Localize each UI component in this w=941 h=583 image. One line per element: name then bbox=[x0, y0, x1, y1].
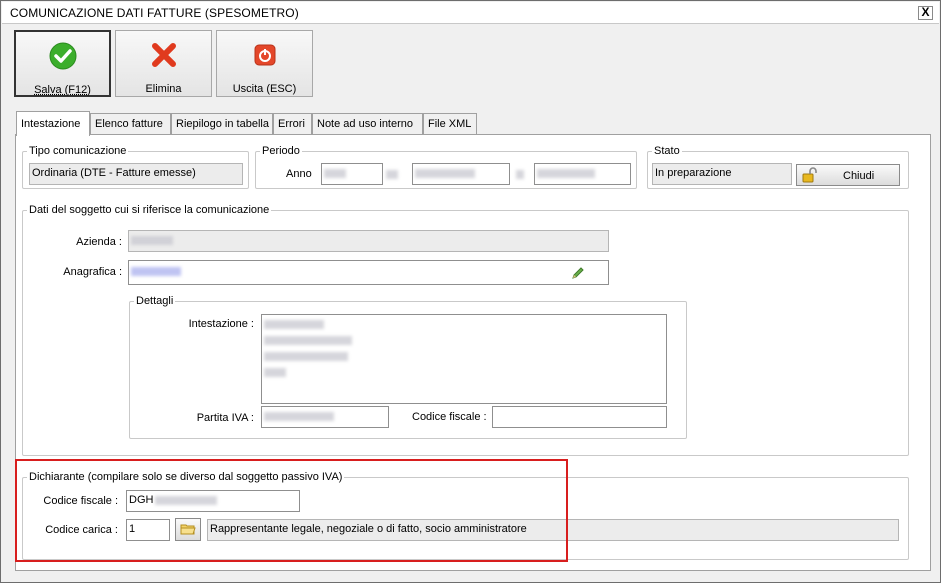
anagrafica-label: Anagrafica : bbox=[63, 266, 122, 278]
piva-label: Partita IVA : bbox=[196, 412, 254, 424]
tipo-value: Ordinaria (DTE - Fatture emesse) bbox=[29, 163, 243, 185]
power-icon bbox=[254, 44, 275, 66]
save-button[interactable]: Salva (F12) bbox=[14, 30, 111, 97]
soggetto-legend: Dati del soggetto cui si riferisce la co… bbox=[29, 204, 270, 216]
azienda-label: Azienda : bbox=[76, 236, 122, 248]
title-bar: COMUNICAZIONE DATI FATTURE (SPESOMETRO) … bbox=[2, 2, 939, 24]
pencil-icon[interactable] bbox=[570, 265, 586, 281]
from-label bbox=[386, 168, 398, 180]
tab-intestazione[interactable]: Intestazione bbox=[16, 111, 90, 136]
tab-elenco-fatture[interactable]: Elenco fatture bbox=[90, 113, 171, 135]
tab-riepilogo[interactable]: Riepilogo in tabella bbox=[171, 113, 273, 135]
dialog-window: COMUNICAZIONE DATI FATTURE (SPESOMETRO) … bbox=[0, 0, 941, 583]
unlock-icon bbox=[802, 167, 817, 183]
intestazione-textarea[interactable] bbox=[261, 314, 667, 404]
save-label: Salva (F12) bbox=[34, 84, 91, 96]
anagrafica-input[interactable] bbox=[128, 260, 609, 285]
delete-button[interactable]: Elimina bbox=[115, 30, 212, 97]
anno-label: Anno bbox=[286, 168, 312, 180]
stato-value: In preparazione bbox=[652, 163, 792, 185]
tipo-legend: Tipo comunicazione bbox=[29, 145, 127, 157]
piva-input[interactable] bbox=[261, 406, 389, 428]
tab-note[interactable]: Note ad uso interno bbox=[312, 113, 423, 135]
azienda-value bbox=[128, 230, 609, 252]
tab-file-xml[interactable]: File XML bbox=[423, 113, 477, 135]
close-button[interactable]: X bbox=[918, 6, 933, 20]
cf-label: Codice fiscale : bbox=[412, 411, 487, 423]
delete-x-icon bbox=[151, 43, 176, 67]
delete-label: Elimina bbox=[145, 83, 182, 95]
checkmark-icon bbox=[49, 42, 76, 70]
chiudi-label: Chiudi bbox=[843, 170, 875, 182]
anno-input[interactable] bbox=[321, 163, 383, 185]
chiudi-button[interactable]: Chiudi bbox=[796, 164, 900, 186]
exit-label: Uscita (ESC) bbox=[232, 83, 297, 95]
to-label bbox=[516, 168, 524, 180]
stato-legend: Stato bbox=[654, 145, 680, 157]
window-title: COMUNICAZIONE DATI FATTURE (SPESOMETRO) bbox=[10, 6, 299, 20]
intestazione-label: Intestazione : bbox=[188, 318, 254, 330]
exit-button[interactable]: Uscita (ESC) bbox=[216, 30, 313, 97]
date-from-input[interactable] bbox=[412, 163, 510, 185]
highlight-box bbox=[15, 459, 568, 562]
dettagli-legend: Dettagli bbox=[136, 295, 174, 307]
cf-input[interactable] bbox=[492, 406, 667, 428]
date-to-input[interactable] bbox=[534, 163, 631, 185]
periodo-legend: Periodo bbox=[262, 145, 300, 157]
tab-errori[interactable]: Errori bbox=[273, 113, 312, 135]
